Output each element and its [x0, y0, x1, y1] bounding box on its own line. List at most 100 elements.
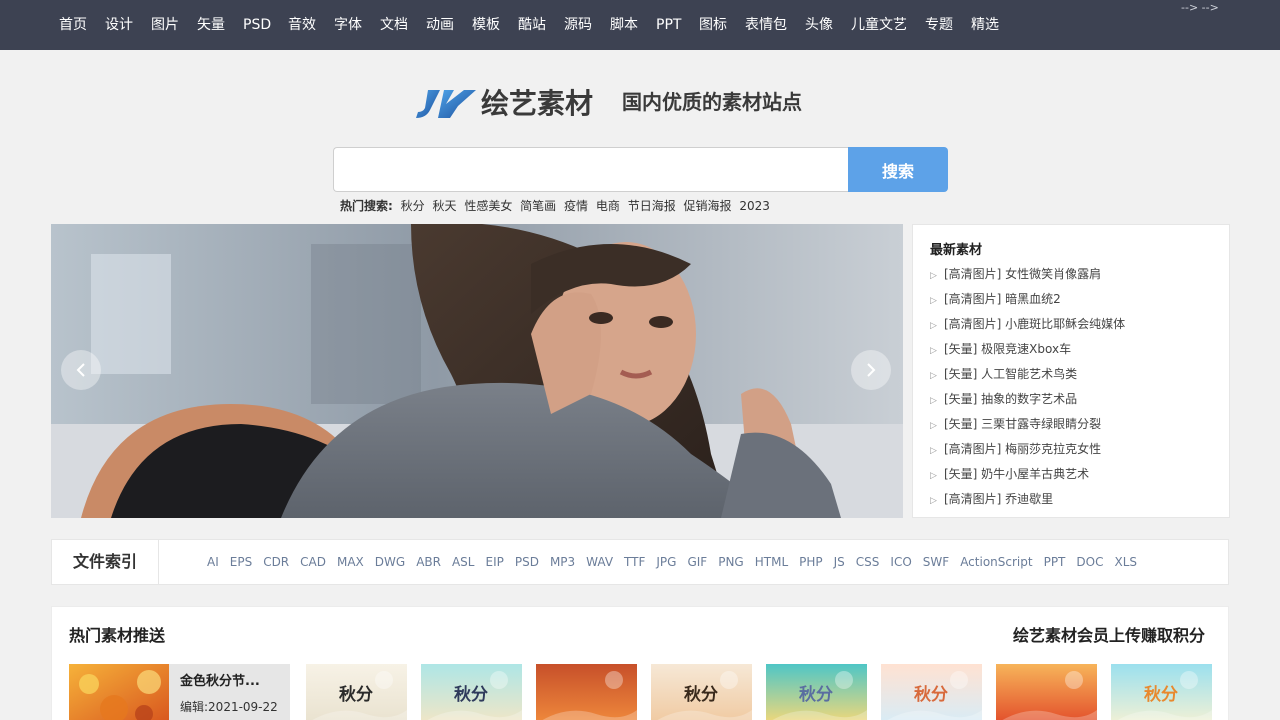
logo-name: 绘艺素材: [481, 87, 594, 120]
nav-item-templates[interactable]: 模板: [472, 16, 500, 34]
autumn-poster-thumbnail: 秋分: [421, 664, 522, 720]
file-format-link[interactable]: HTML: [755, 555, 788, 569]
autumn-leaves-thumbnail: [69, 664, 169, 720]
nav-item-topics[interactable]: 专题: [925, 16, 953, 34]
file-format-link[interactable]: JPG: [656, 555, 676, 569]
material-thumbnail[interactable]: 秋分: [881, 664, 982, 720]
file-format-link[interactable]: DOC: [1076, 555, 1103, 569]
material-thumbnail[interactable]: 秋分: [651, 664, 752, 720]
file-format-link[interactable]: ABR: [416, 555, 441, 569]
nav-item-design[interactable]: 设计: [105, 16, 133, 34]
file-format-link[interactable]: PPT: [1044, 555, 1066, 569]
file-format-link[interactable]: WAV: [586, 555, 613, 569]
latest-item[interactable]: ▷ [矢量] 抽象的数字艺术品: [930, 389, 1220, 414]
nav-item-source[interactable]: 源码: [564, 16, 592, 34]
file-format-link[interactable]: ASL: [452, 555, 475, 569]
top-navigation-bar: 首页 设计 图片 矢量 PSD 音效 字体 文档 动画 模板 酷站 源码 脚本 …: [0, 0, 1280, 50]
nav-item-home[interactable]: 首页: [59, 16, 87, 34]
hot-search-link[interactable]: 2023: [739, 199, 770, 213]
latest-item[interactable]: ▷ [高清图片] 梅丽莎克拉克女性: [930, 439, 1220, 464]
hot-search-link[interactable]: 秋分: [401, 199, 425, 213]
hot-search-link[interactable]: 秋天: [432, 199, 456, 213]
file-format-link[interactable]: ICO: [890, 555, 911, 569]
file-format-list: AI EPS CDR CAD MAX DWG ABR ASL EIP PSD MP3 WAV TTF JP…: [207, 540, 1148, 584]
material-thumbnail[interactable]: [536, 664, 637, 720]
material-thumbnail[interactable]: 秋分: [1111, 664, 1212, 720]
bullet-icon: ▷: [930, 396, 937, 406]
nav-item-icons[interactable]: 图标: [699, 16, 727, 34]
file-format-link[interactable]: CSS: [856, 555, 880, 569]
featured-material-card[interactable]: 金色秋分节... 编辑:2021-09-22: [69, 664, 290, 720]
hot-search-link[interactable]: 性感美女: [464, 199, 512, 213]
file-format-link[interactable]: CAD: [300, 555, 326, 569]
latest-item[interactable]: ▷ [矢量] 人工智能艺术鸟类: [930, 364, 1220, 389]
file-format-link[interactable]: CDR: [263, 555, 289, 569]
latest-item[interactable]: ▷ [矢量] 三栗甘露寺绿眼睛分裂: [930, 414, 1220, 439]
poster-title-text: 秋分: [454, 684, 488, 705]
latest-item[interactable]: ▷ [高清图片] 乔迪歇里: [930, 489, 1220, 514]
bullet-icon: ▷: [930, 421, 937, 431]
material-thumbnail[interactable]: 秋分: [766, 664, 867, 720]
nav-item-psd[interactable]: PSD: [243, 16, 271, 34]
file-format-link[interactable]: AI: [207, 555, 219, 569]
chevron-right-icon: [867, 363, 876, 377]
file-format-link[interactable]: XLS: [1114, 555, 1137, 569]
search-button[interactable]: 搜索: [848, 147, 948, 192]
material-thumbnail[interactable]: [996, 664, 1097, 720]
file-format-link[interactable]: PNG: [718, 555, 744, 569]
banner-carousel[interactable]: [51, 224, 903, 518]
latest-item[interactable]: ▷ [高清图片] 女性微笑肖像露肩: [930, 264, 1220, 289]
bullet-icon: ▷: [930, 496, 937, 506]
material-thumbnail[interactable]: 秋分: [421, 664, 522, 720]
file-format-link[interactable]: EPS: [230, 555, 252, 569]
carousel-prev-button[interactable]: [61, 350, 101, 390]
hot-search-link[interactable]: 疫情: [564, 199, 588, 213]
bullet-icon: ▷: [930, 471, 937, 481]
latest-item[interactable]: ▷ [高清图片] 暗黑血统2: [930, 289, 1220, 314]
file-format-link[interactable]: MAX: [337, 555, 364, 569]
latest-item[interactable]: ▷ [矢量] 奶牛小屋羊古典艺术: [930, 464, 1220, 489]
nav-item-kids-art[interactable]: 儿童文艺: [851, 16, 907, 34]
member-upload-link[interactable]: 绘艺素材会员上传赚取积分: [1013, 625, 1205, 647]
hot-materials-section: 热门素材推送 绘艺素材会员上传赚取积分 金色秋分节... 编辑:2021-09-…: [51, 606, 1229, 720]
latest-materials-title: 最新素材: [930, 243, 983, 258]
hot-search-link[interactable]: 电商: [596, 199, 620, 213]
nav-item-stickers[interactable]: 表情包: [745, 16, 787, 34]
bullet-icon: ▷: [930, 321, 937, 331]
banner-image[interactable]: [51, 224, 903, 518]
hy-logo-icon[interactable]: [414, 88, 478, 124]
hot-search-link[interactable]: 简笔画: [520, 199, 556, 213]
hot-materials-title: 热门素材推送: [69, 626, 166, 645]
hot-search-link[interactable]: 促销海报: [684, 199, 732, 213]
hot-search-link[interactable]: 节日海报: [628, 199, 676, 213]
nav-item-cool-sites[interactable]: 酷站: [518, 16, 546, 34]
latest-item[interactable]: ▷ [矢量] 极限竞速Xbox车: [930, 339, 1220, 364]
nav-item-vector[interactable]: 矢量: [197, 16, 225, 34]
file-format-link[interactable]: MP3: [550, 555, 575, 569]
file-format-link[interactable]: GIF: [687, 555, 707, 569]
file-format-link[interactable]: JS: [834, 555, 845, 569]
nav-item-scripts[interactable]: 脚本: [610, 16, 638, 34]
latest-materials-panel: 最新素材 ▷ [高清图片] 女性微笑肖像露肩 ▷ [高清图片] 暗黑血统2 ▷ [高清…: [912, 224, 1230, 518]
nav-item-images[interactable]: 图片: [151, 16, 179, 34]
nav-item-fonts[interactable]: 字体: [334, 16, 362, 34]
nav-item-featured[interactable]: 精选: [971, 16, 999, 34]
nav-item-animation[interactable]: 动画: [426, 16, 454, 34]
bullet-icon: ▷: [930, 446, 937, 456]
nav-item-avatars[interactable]: 头像: [805, 16, 833, 34]
file-format-link[interactable]: TTF: [624, 555, 645, 569]
file-format-link[interactable]: EIP: [485, 555, 503, 569]
latest-item[interactable]: ▷ [高清图片] 小鹿斑比耶稣会纯媒体: [930, 314, 1220, 339]
file-format-link[interactable]: PHP: [799, 555, 823, 569]
autumn-poster-thumbnail: 秋分: [306, 664, 407, 720]
file-format-link[interactable]: DWG: [375, 555, 405, 569]
carousel-next-button[interactable]: [851, 350, 891, 390]
nav-item-docs[interactable]: 文档: [380, 16, 408, 34]
nav-item-ppt[interactable]: PPT: [656, 16, 681, 34]
file-format-link[interactable]: PSD: [515, 555, 539, 569]
search-input[interactable]: [333, 147, 849, 192]
material-thumbnail[interactable]: 秋分: [306, 664, 407, 720]
nav-item-sound[interactable]: 音效: [288, 16, 316, 34]
file-format-link[interactable]: SWF: [923, 555, 949, 569]
file-format-link[interactable]: ActionScript: [960, 555, 1032, 569]
